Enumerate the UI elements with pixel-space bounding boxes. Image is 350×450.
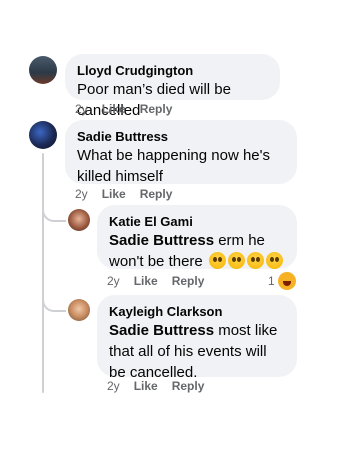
comment-bubble: Sadie Buttress What be happening now he'… bbox=[65, 120, 297, 185]
haha-reaction-icon bbox=[277, 272, 296, 290]
reply-actions: 2y Like Reply bbox=[107, 379, 204, 393]
comment-actions: 2y Like Reply bbox=[75, 102, 172, 116]
reply-timestamp[interactable]: 2y bbox=[107, 274, 120, 288]
mention-link[interactable]: Sadie Buttress bbox=[109, 232, 214, 249]
reply-text: Sadie Buttress most like that all of his… bbox=[109, 320, 285, 383]
avatar[interactable] bbox=[68, 299, 90, 321]
like-button[interactable]: Like bbox=[134, 379, 158, 393]
comment-timestamp[interactable]: 2y bbox=[75, 102, 88, 116]
like-button[interactable]: Like bbox=[134, 274, 158, 288]
flushed-face-icon bbox=[265, 252, 283, 269]
reply-connector bbox=[42, 290, 66, 312]
comment-timestamp[interactable]: 2y bbox=[75, 187, 88, 201]
flushed-face-icon bbox=[227, 252, 245, 269]
comment-text: What be happening now he's killed himsel… bbox=[77, 147, 271, 185]
mention-link[interactable]: Sadie Buttress bbox=[109, 322, 214, 339]
reply-button[interactable]: Reply bbox=[172, 274, 205, 288]
reply-button[interactable]: Reply bbox=[140, 102, 173, 116]
avatar[interactable] bbox=[68, 209, 90, 231]
reply-text: Sadie Buttress erm he won't be there bbox=[109, 230, 285, 272]
comment-actions: 2y Like Reply bbox=[75, 187, 172, 201]
reply-button[interactable]: Reply bbox=[140, 187, 173, 201]
flushed-face-icon bbox=[246, 252, 264, 269]
reply-actions: 2y Like Reply bbox=[107, 274, 204, 288]
like-button[interactable]: Like bbox=[102, 187, 126, 201]
avatar[interactable] bbox=[29, 56, 57, 84]
thread-line bbox=[42, 153, 44, 393]
avatar[interactable] bbox=[29, 121, 57, 149]
comment-author[interactable]: Sadie Buttress bbox=[77, 128, 285, 145]
like-button[interactable]: Like bbox=[102, 102, 126, 116]
reply-author[interactable]: Katie El Gami bbox=[109, 213, 285, 230]
reaction-count: 1 bbox=[268, 274, 275, 288]
reply-connector bbox=[42, 200, 66, 222]
reaction-summary[interactable]: 1 bbox=[268, 272, 296, 290]
comment-author[interactable]: Lloyd Crudgington bbox=[77, 62, 268, 79]
reply-author[interactable]: Kayleigh Clarkson bbox=[109, 303, 285, 320]
reply-button[interactable]: Reply bbox=[172, 379, 205, 393]
reply-bubble: Kayleigh Clarkson Sadie Buttress most li… bbox=[97, 295, 297, 381]
comment-bubble: Lloyd Crudgington Poor man’s died will b… bbox=[65, 54, 280, 119]
flushed-face-icon bbox=[208, 252, 226, 269]
reply-bubble: Katie El Gami Sadie Buttress erm he won'… bbox=[97, 205, 297, 272]
reply-timestamp[interactable]: 2y bbox=[107, 379, 120, 393]
